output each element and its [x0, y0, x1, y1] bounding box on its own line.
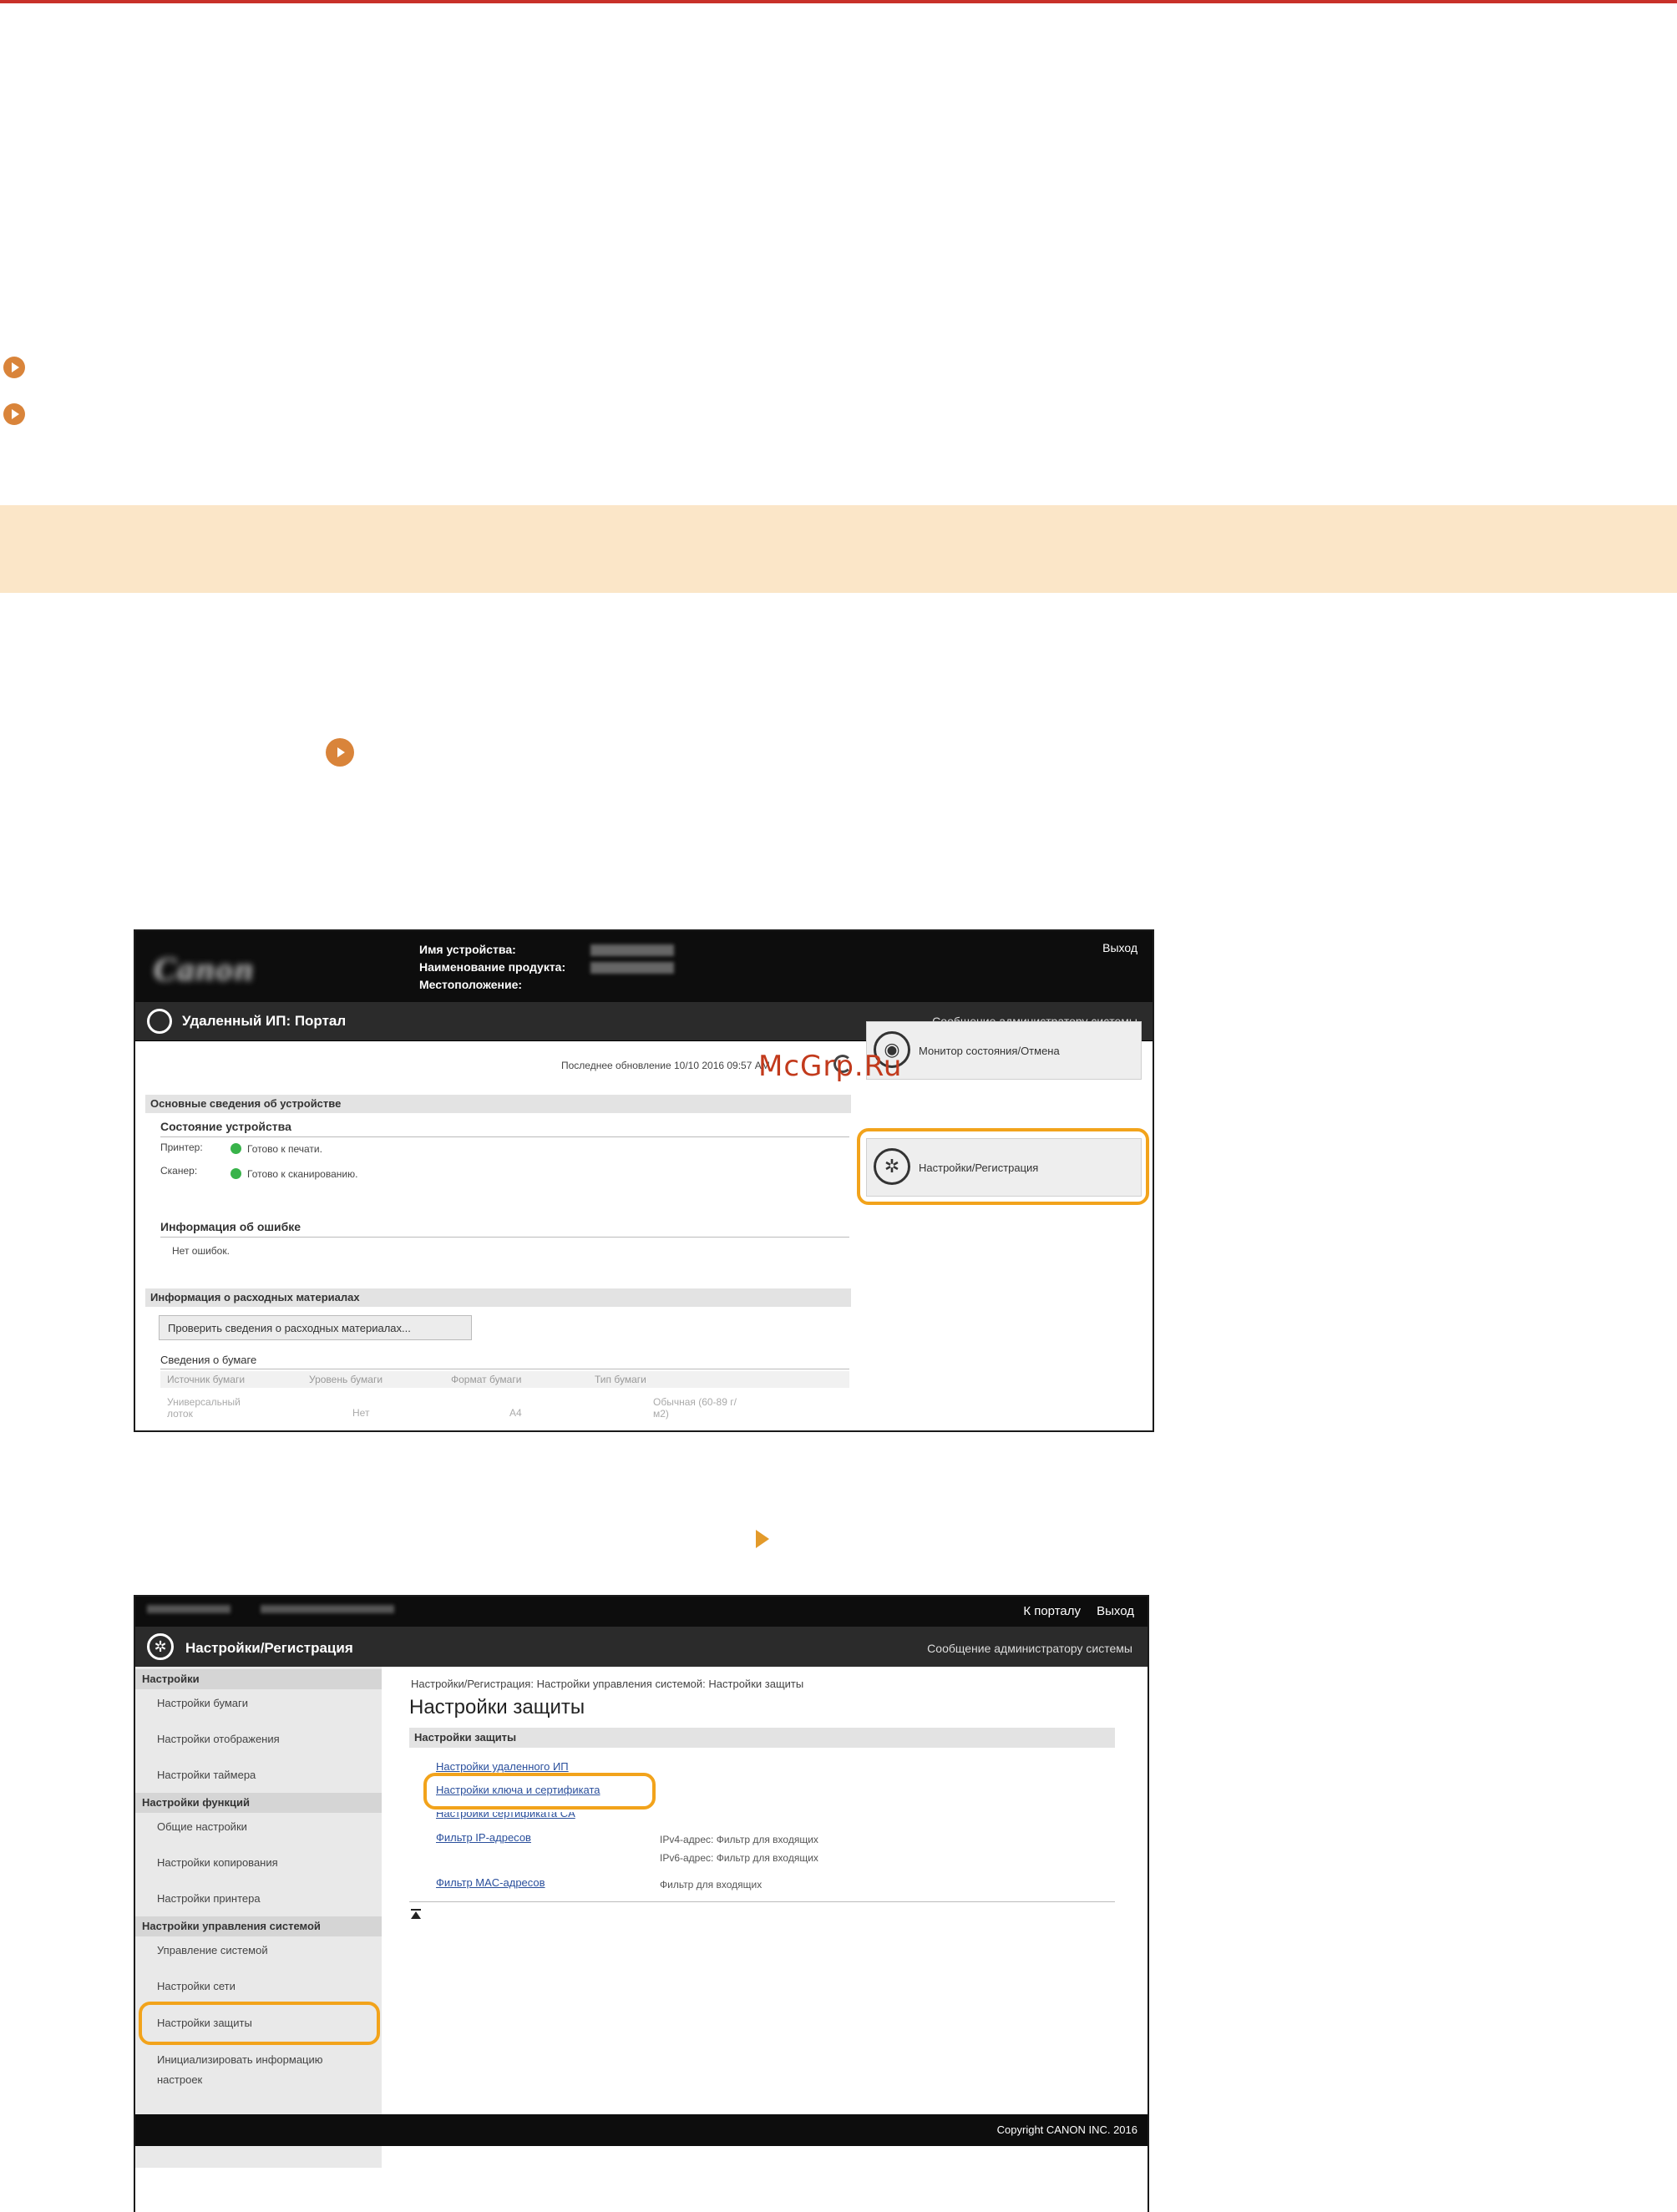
- portal-title: Удаленный ИП: Портал: [182, 1013, 347, 1029]
- copyright: Copyright CANON INC. 2016: [996, 2123, 1137, 2136]
- basic-info-heading: Основные сведения об устройстве: [145, 1095, 851, 1113]
- paper-table-cell: Универсальный лоток: [167, 1396, 241, 1420]
- highlight-frame: [139, 2002, 380, 2045]
- device-state-heading: Состояние устройства: [160, 1120, 291, 1133]
- status-ok-icon: [231, 1168, 241, 1179]
- paper-info-heading: Сведения о бумаге: [160, 1354, 257, 1366]
- screenshot-remote-ui-portal: Canon Имя устройства: Наименование проду…: [134, 929, 1154, 1432]
- remote-ui-settings-link[interactable]: Настройки удаленного ИП: [436, 1760, 569, 1773]
- sidebar-item-copy[interactable]: Настройки копирования: [157, 1856, 278, 1869]
- watermark: McGrp.Ru: [758, 1050, 903, 1083]
- next-step-arrow-icon: [756, 1530, 769, 1548]
- paper-table-cell: Обычная (60-89 г/м2): [653, 1396, 737, 1420]
- product-name-blurred: [261, 1605, 394, 1613]
- screenshot-security-settings: К порталу Выход ✲ Настройки/Регистрация …: [134, 1595, 1149, 2212]
- back-to-top-icon[interactable]: [411, 1911, 421, 1919]
- mac-filter-desc: Фильтр для входящих: [660, 1879, 763, 1891]
- exit-link[interactable]: Выход: [1102, 941, 1137, 954]
- sidebar-item-initialize-cont[interactable]: настроек: [157, 2073, 202, 2086]
- link-arrow-icon[interactable]: [326, 738, 354, 767]
- printer-label: Принтер:: [160, 1141, 203, 1153]
- link-arrow-icon[interactable]: [3, 357, 25, 378]
- breadcrumb: Настройки/Регистрация: Настройки управле…: [411, 1678, 804, 1690]
- back-to-top-bar: [411, 1909, 421, 1911]
- highlight-frame: [857, 1128, 1149, 1205]
- monitor-card-label: Монитор состояния/Отмена: [919, 1045, 1060, 1057]
- paper-table-header: Источник бумаги: [167, 1374, 246, 1385]
- check-consumables-button[interactable]: Проверить сведения о расходных материала…: [159, 1315, 472, 1340]
- location-label: Местоположение:: [419, 978, 523, 991]
- divider: [160, 1136, 849, 1137]
- last-updated: Последнее обновление 10/10 2016 09:57 AM: [561, 1060, 770, 1071]
- error-heading: Информация об ошибке: [160, 1220, 301, 1233]
- scanner-status: Готово к сканированию.: [247, 1168, 358, 1180]
- mac-filter-link[interactable]: Фильтр MAC-адресов: [436, 1876, 545, 1889]
- paper-table-cell: Нет: [352, 1407, 370, 1419]
- section-header-band: [0, 505, 1677, 593]
- consumables-heading: Информация о расходных материалах: [145, 1288, 851, 1307]
- sidebar-group-settings: Настройки: [135, 1669, 382, 1689]
- sidebar-item-paper[interactable]: Настройки бумаги: [157, 1697, 248, 1709]
- device-info-values-blurred: [590, 941, 674, 974]
- portal-link[interactable]: К порталу: [1023, 1604, 1081, 1618]
- ip-filter-link[interactable]: Фильтр IP-адресов: [436, 1831, 531, 1844]
- portal-icon: [147, 1009, 172, 1034]
- sidebar-item-printer[interactable]: Настройки принтера: [157, 1892, 261, 1905]
- ip-filter-desc: IPv6-адрес: Фильтр для входящих: [660, 1852, 818, 1864]
- sidebar-item-general[interactable]: Общие настройки: [157, 1820, 247, 1833]
- divider: [160, 1237, 849, 1238]
- sidebar-item-display[interactable]: Настройки отображения: [157, 1733, 280, 1745]
- settings-title: Настройки/Регистрация: [185, 1640, 353, 1656]
- paper-table-header: Тип бумаги: [595, 1374, 646, 1385]
- section-heading: Настройки защиты: [409, 1728, 1115, 1748]
- top-rule: [0, 0, 1677, 3]
- sidebar-item-network[interactable]: Настройки сети: [157, 1980, 236, 1992]
- ip-filter-desc: IPv4-адрес: Фильтр для входящих: [660, 1834, 818, 1845]
- highlight-frame: [423, 1773, 656, 1810]
- device-name-blurred: [147, 1605, 231, 1613]
- link-arrow-icon[interactable]: [3, 403, 25, 425]
- sidebar-group-functions: Настройки функций: [135, 1793, 382, 1813]
- paper-table-header: Уровень бумаги: [309, 1374, 383, 1385]
- brand-logo: Canon: [154, 950, 256, 988]
- exit-link[interactable]: Выход: [1097, 1604, 1134, 1618]
- scanner-label: Сканер:: [160, 1165, 198, 1177]
- footer-bar: [135, 2114, 1148, 2146]
- sidebar-item-timer[interactable]: Настройки таймера: [157, 1769, 256, 1781]
- status-ok-icon: [231, 1143, 241, 1154]
- paper-table-header: Формат бумаги: [451, 1374, 522, 1385]
- sidebar-item-system-management[interactable]: Управление системой: [157, 1944, 268, 1956]
- error-text: Нет ошибок.: [172, 1245, 230, 1257]
- sidebar-group-system: Настройки управления системой: [135, 1916, 382, 1936]
- device-name-label: Имя устройства:: [419, 943, 516, 956]
- divider: [409, 1901, 1115, 1902]
- admin-message-link[interactable]: Сообщение администратору системы: [927, 1642, 1132, 1655]
- device-info-labels: Имя устройства: Наименование продукта: М…: [419, 941, 565, 994]
- product-name-label: Наименование продукта:: [419, 960, 566, 974]
- paper-table-cell: A4: [509, 1407, 522, 1419]
- printer-status: Готово к печати.: [247, 1143, 322, 1155]
- sidebar-item-initialize[interactable]: Инициализировать информацию: [157, 2053, 323, 2066]
- settings-icon: ✲: [147, 1633, 174, 1660]
- page-title: Настройки защиты: [409, 1696, 585, 1718]
